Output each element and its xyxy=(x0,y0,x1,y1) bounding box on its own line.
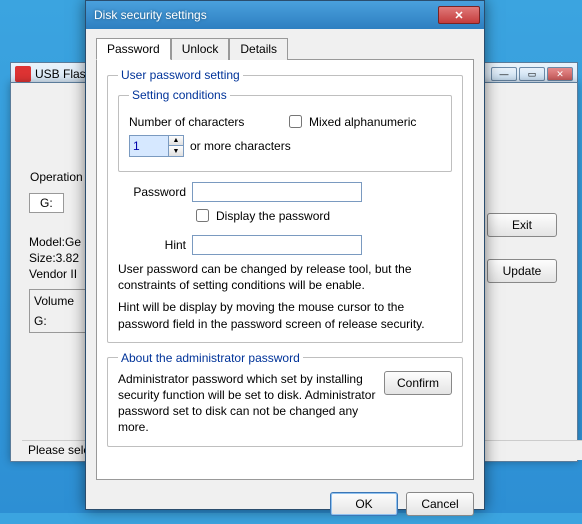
password-input[interactable] xyxy=(192,182,362,202)
setting-conditions-legend: Setting conditions xyxy=(129,88,230,102)
dialog-footer: OK Cancel xyxy=(86,486,484,524)
cancel-button[interactable]: Cancel xyxy=(406,492,474,516)
exit-button[interactable]: Exit xyxy=(487,213,557,237)
drive-tab[interactable]: G: xyxy=(29,193,64,213)
parent-minimize-button[interactable]: — xyxy=(491,67,517,81)
user-password-group: User password setting Setting conditions… xyxy=(107,68,463,343)
disk-security-dialog: Disk security settings ✕ Password Unlock… xyxy=(85,0,485,510)
parent-close-button[interactable]: ✕ xyxy=(547,67,573,81)
dialog-close-button[interactable]: ✕ xyxy=(438,6,480,24)
volume-box: Volume G: xyxy=(29,289,89,333)
dialog-titlebar: Disk security settings ✕ xyxy=(86,1,484,29)
ok-button[interactable]: OK xyxy=(330,492,398,516)
mixed-alphanumeric-label: Mixed alphanumeric xyxy=(309,115,416,129)
tab-password[interactable]: Password xyxy=(96,38,171,60)
admin-password-legend: About the administrator password xyxy=(118,351,303,365)
display-password-input[interactable] xyxy=(196,209,209,222)
user-password-legend: User password setting xyxy=(118,68,243,82)
numchars-input[interactable] xyxy=(130,136,168,156)
display-password-label: Display the password xyxy=(216,209,330,223)
display-password-checkbox[interactable]: Display the password xyxy=(192,206,330,225)
volume-label: Volume xyxy=(34,294,84,308)
tab-unlock[interactable]: Unlock xyxy=(171,38,230,60)
spinner-down-icon[interactable]: ▼ xyxy=(169,146,183,156)
hint-label: Hint xyxy=(118,238,186,252)
numchars-label: Number of characters xyxy=(129,115,259,129)
admin-password-group: About the administrator password Adminis… xyxy=(107,351,463,447)
user-note-1: User password can be changed by release … xyxy=(118,261,452,293)
parent-maximize-button[interactable]: ▭ xyxy=(519,67,545,81)
tabstrip: Password Unlock Details xyxy=(96,37,474,60)
volume-value: G: xyxy=(34,314,84,328)
mixed-alphanumeric-checkbox[interactable]: Mixed alphanumeric xyxy=(285,112,416,131)
spinner-up-icon[interactable]: ▲ xyxy=(169,136,183,146)
menu-operation[interactable]: Operation xyxy=(30,170,83,186)
dialog-title: Disk security settings xyxy=(90,8,438,22)
update-button[interactable]: Update xyxy=(487,259,557,283)
tab-details[interactable]: Details xyxy=(229,38,288,60)
mixed-alphanumeric-input[interactable] xyxy=(289,115,302,128)
hint-input[interactable] xyxy=(192,235,362,255)
parent-app-icon xyxy=(15,66,31,82)
user-note-2: Hint will be display by moving the mouse… xyxy=(118,299,452,331)
setting-conditions-group: Setting conditions Number of characters … xyxy=(118,88,452,172)
confirm-button[interactable]: Confirm xyxy=(384,371,452,395)
ormore-label: or more characters xyxy=(190,139,291,153)
password-label: Password xyxy=(118,185,186,199)
tab-pane: User password setting Setting conditions… xyxy=(96,60,474,480)
numchars-spinner[interactable]: ▲ ▼ xyxy=(129,135,184,157)
admin-note: Administrator password which set by inst… xyxy=(118,371,376,436)
